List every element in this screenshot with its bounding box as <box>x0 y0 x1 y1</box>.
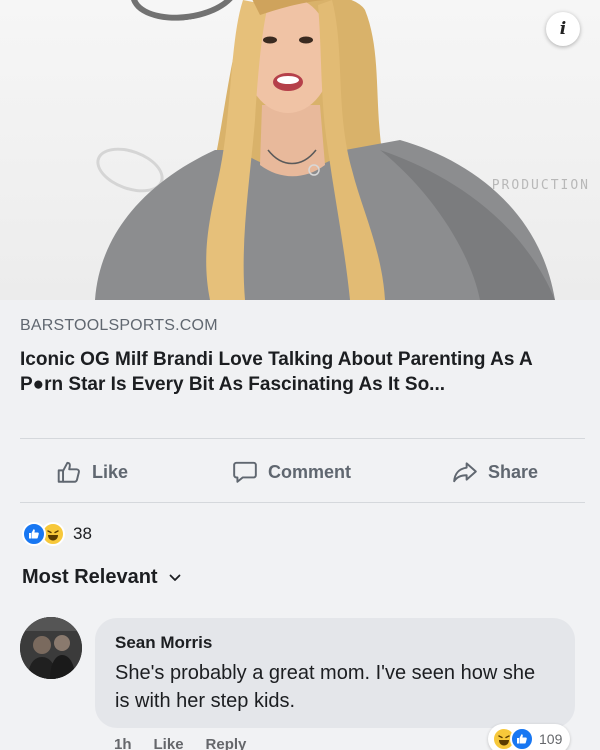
info-icon[interactable]: i <box>546 12 580 46</box>
comment-reaction-count: 109 <box>539 731 563 747</box>
comment-like-button[interactable]: Like <box>154 736 184 750</box>
reactions-summary[interactable]: 38 <box>22 522 92 546</box>
comment-label: Comment <box>268 461 352 482</box>
link-domain: BARSTOOLSPORTS.COM <box>20 317 218 334</box>
like-button[interactable]: Like <box>56 444 128 500</box>
post-action-bar: Like Comment Share <box>0 444 600 500</box>
sort-label: Most Relevant <box>22 566 158 588</box>
comment-text: She's probably a great mom. I've seen ho… <box>115 662 536 712</box>
comment-sort-dropdown[interactable]: Most Relevant <box>22 566 182 589</box>
comment-timestamp[interactable]: 1h <box>114 736 132 750</box>
photo-person <box>95 0 555 300</box>
share-button[interactable]: Share <box>452 444 538 500</box>
avatar-photo <box>20 617 82 679</box>
comment-bubble-icon <box>233 461 257 483</box>
avatar[interactable] <box>20 617 82 679</box>
link-meta[interactable]: BARSTOOLSPORTS.COM Iconic OG Milf Brandi… <box>0 300 600 430</box>
comment-author[interactable]: Sean Morris <box>115 633 555 653</box>
comment-reply-button[interactable]: Reply <box>206 736 247 750</box>
comment-reactions[interactable]: 109 <box>488 724 571 750</box>
link-preview-image[interactable]: EN PRODUCTION i <box>0 0 600 300</box>
link-title[interactable]: Iconic OG Milf Brandi Love Talking About… <box>20 347 580 397</box>
divider <box>20 502 585 503</box>
divider <box>20 438 585 439</box>
comment-button[interactable]: Comment <box>232 444 351 500</box>
comment-bubble: Sean Morris She's probably a great mom. … <box>95 618 575 728</box>
like-reaction-icon <box>22 522 46 546</box>
comment-actions: 1h Like Reply <box>114 736 246 750</box>
chevron-down-icon <box>169 574 180 581</box>
thumbs-up-icon <box>57 461 80 483</box>
like-label: Like <box>92 461 129 482</box>
like-reaction-icon <box>510 727 534 750</box>
share-label: Share <box>488 461 539 482</box>
share-arrow-icon <box>453 462 477 483</box>
reaction-count: 38 <box>73 524 92 543</box>
